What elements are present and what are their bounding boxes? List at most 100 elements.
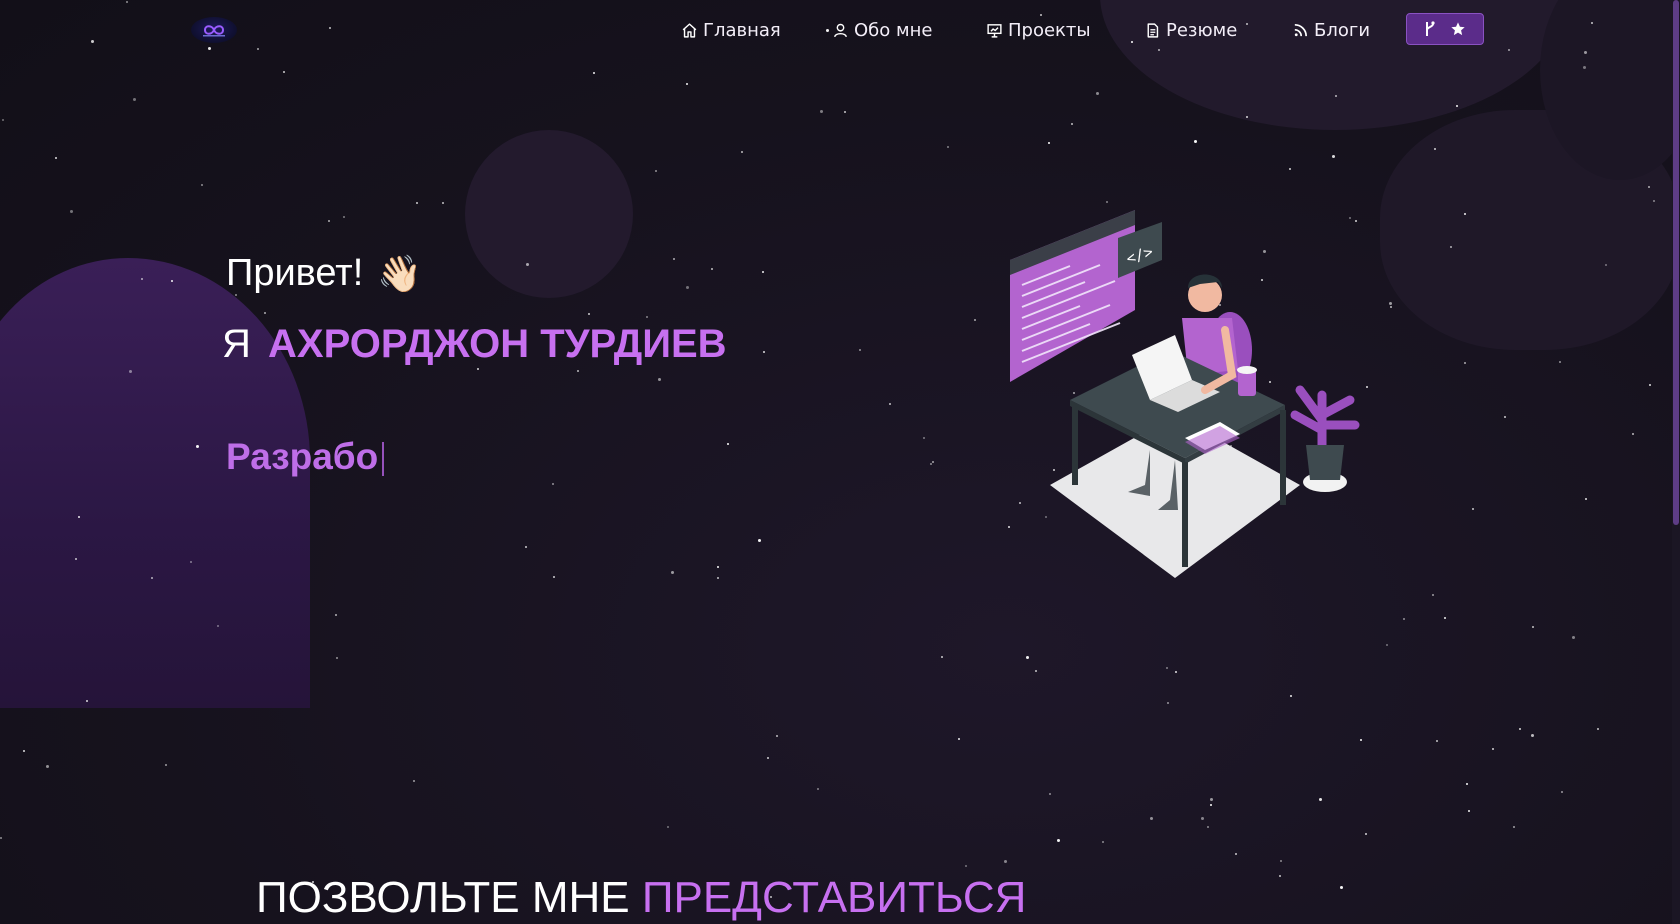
star [820, 110, 823, 113]
developer-illustration: </> [1010, 210, 1360, 578]
scrollbar-thumb[interactable] [1673, 0, 1679, 525]
star [762, 271, 764, 273]
nav-about[interactable]: Обо мне [832, 17, 932, 43]
star [283, 71, 285, 73]
star [525, 546, 527, 548]
star [0, 837, 2, 839]
star [1390, 306, 1392, 308]
star [1649, 384, 1651, 386]
presentation-icon [987, 23, 1002, 38]
star [1492, 748, 1494, 750]
star [1319, 798, 1322, 801]
star [1150, 817, 1153, 820]
star [1365, 833, 1367, 835]
star [264, 312, 266, 314]
greeting-text: Привет! [226, 252, 364, 294]
star [2, 119, 4, 121]
star [1048, 142, 1050, 144]
star [1167, 702, 1169, 704]
star [416, 202, 418, 204]
star [844, 111, 846, 113]
name-prefix: Я [222, 322, 251, 366]
star [717, 577, 719, 579]
hero-name-line: Я АХРОРДЖОН ТУРДИЕВ [222, 322, 727, 367]
star [70, 210, 73, 213]
star [711, 268, 713, 270]
nav-blogs[interactable]: Блоги [1292, 17, 1370, 43]
logo[interactable] [191, 17, 237, 43]
star [1468, 810, 1470, 812]
nav-resume[interactable]: Резюме [1144, 17, 1237, 43]
star [671, 571, 674, 574]
star [859, 349, 861, 351]
nav-home-label: Главная [703, 19, 781, 41]
star [1280, 860, 1282, 862]
star [686, 83, 688, 85]
typing-cursor [382, 442, 385, 477]
star [553, 576, 555, 578]
star [1561, 791, 1563, 793]
star [1290, 695, 1292, 697]
nav-projects-label: Проекты [1008, 19, 1091, 41]
star [817, 788, 819, 790]
user-icon [834, 23, 847, 37]
star [343, 216, 345, 218]
document-icon [1147, 22, 1159, 38]
star [1389, 302, 1392, 305]
star [442, 202, 444, 204]
star [1035, 670, 1037, 672]
star [593, 72, 595, 74]
star [1340, 886, 1343, 889]
navbar: Главная Обо мне Проекты Резюме Блоги [0, 0, 1680, 60]
nav-about-label: Обо мне [854, 19, 933, 41]
star [1504, 416, 1506, 418]
star [577, 370, 579, 372]
star [552, 483, 554, 485]
star [1194, 140, 1197, 143]
desk-leg [1280, 410, 1286, 505]
star [1071, 123, 1073, 125]
desk-leg [1072, 405, 1078, 485]
github-button[interactable] [1406, 13, 1484, 45]
star [673, 258, 675, 260]
star [55, 157, 57, 159]
star [1026, 656, 1029, 659]
star [655, 170, 657, 172]
star [646, 316, 648, 318]
star [923, 437, 925, 439]
star [686, 286, 689, 289]
page: Главная Обо мне Проекты Резюме Блоги При… [0, 0, 1680, 924]
star [1096, 92, 1099, 95]
star [1102, 841, 1104, 843]
star [1279, 875, 1281, 877]
hero-greeting: Привет! 👋🏻 [226, 252, 422, 295]
nav-projects[interactable]: Проекты [986, 17, 1091, 43]
nav-blogs-label: Блоги [1314, 19, 1371, 41]
star [1057, 839, 1060, 842]
star [1513, 826, 1515, 828]
home-icon [682, 22, 697, 38]
star [1572, 636, 1575, 639]
star [1403, 618, 1405, 620]
intro-title-white: ПОЗВОЛЬТЕ МНЕ [256, 873, 630, 922]
star [413, 780, 415, 782]
star [1332, 155, 1335, 158]
star [941, 656, 943, 658]
star [1432, 594, 1434, 596]
star [1532, 626, 1534, 628]
nav-resume-label: Резюме [1166, 19, 1238, 41]
intro-title-accent: ПРЕДСТАВИТЬСЯ [641, 873, 1027, 922]
star [477, 368, 479, 370]
star [717, 566, 719, 568]
nav-home[interactable]: Главная [681, 17, 781, 43]
star [1289, 168, 1291, 170]
star [1207, 826, 1209, 828]
star [776, 735, 778, 737]
star [958, 738, 960, 740]
plant-pot [1306, 445, 1344, 480]
typed-text: Разрабо [226, 436, 379, 477]
star [974, 319, 976, 321]
star [1466, 783, 1468, 785]
star [23, 750, 25, 752]
star [328, 220, 330, 222]
